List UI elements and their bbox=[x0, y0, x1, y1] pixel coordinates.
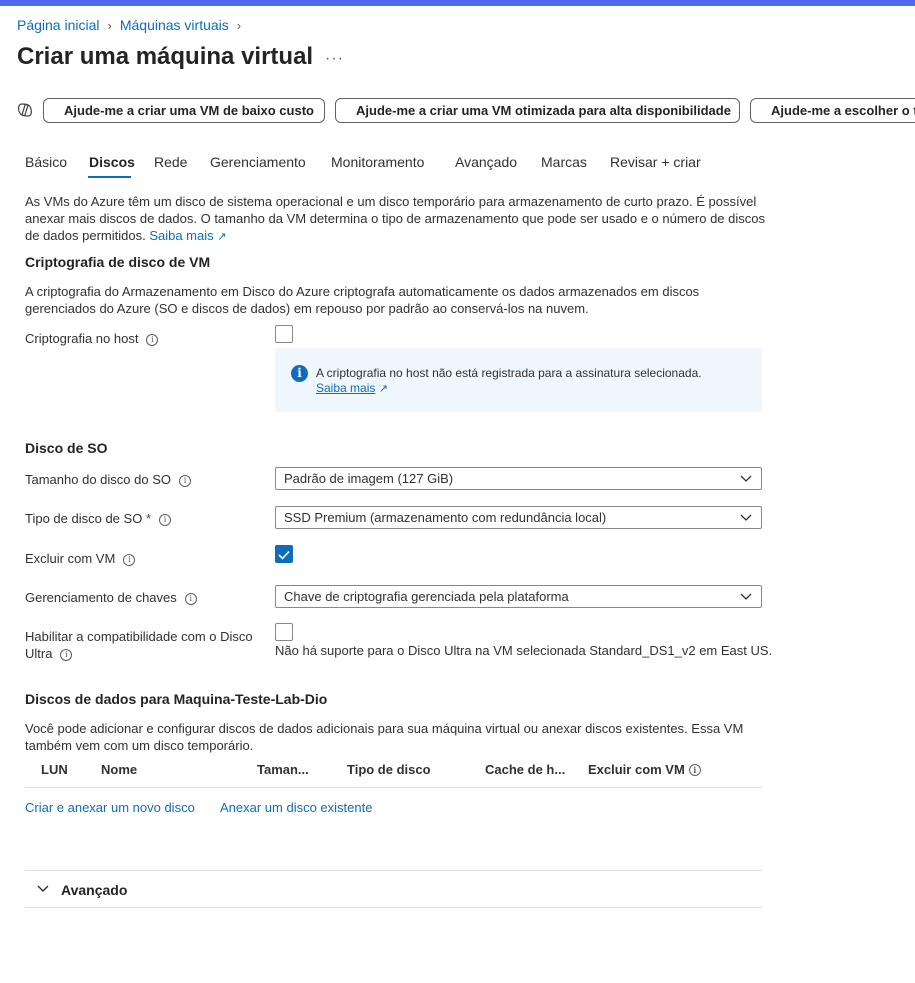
tab-discos[interactable]: Discos bbox=[89, 154, 135, 170]
os-disk-type-value: SSD Premium (armazenamento com redundânc… bbox=[284, 510, 607, 525]
chevron-down-icon bbox=[740, 593, 752, 600]
delete-with-vm-checkbox[interactable] bbox=[275, 545, 293, 563]
os-disk-heading: Disco de SO bbox=[25, 440, 108, 456]
info-icon[interactable]: i bbox=[60, 649, 73, 661]
os-disk-size-dropdown[interactable]: Padrão de imagem (127 GiB) bbox=[275, 467, 762, 490]
table-divider bbox=[25, 787, 762, 788]
info-banner-learn-more-link[interactable]: Saiba mais bbox=[316, 381, 375, 395]
host-encryption-checkbox[interactable] bbox=[275, 325, 293, 343]
advanced-bottom-divider bbox=[25, 907, 762, 908]
breadcrumb-vms-link[interactable]: Máquinas virtuais bbox=[120, 17, 229, 33]
data-disks-heading: Discos de dados para Maquina-Teste-Lab-D… bbox=[25, 691, 328, 707]
prompt-low-cost-vm-button[interactable]: Ajude-me a criar uma VM de baixo custo bbox=[43, 98, 325, 123]
info-banner-text: A criptografia no host não está registra… bbox=[316, 366, 702, 380]
key-management-dropdown[interactable]: Chave de criptografia gerenciada pela pl… bbox=[275, 585, 762, 608]
column-lun: LUN bbox=[41, 762, 68, 777]
prompt-high-availability-vm-button[interactable]: Ajude-me a criar uma VM otimizada para a… bbox=[335, 98, 740, 123]
tab-gerenciamento[interactable]: Gerenciamento bbox=[210, 154, 306, 170]
intro-learn-more-link[interactable]: Saiba mais bbox=[149, 228, 213, 243]
os-disk-type-label-text: Tipo de disco de SO bbox=[25, 511, 143, 526]
chevron-right-icon: › bbox=[107, 17, 112, 33]
info-filled-icon: i bbox=[291, 365, 308, 382]
column-nome: Nome bbox=[101, 762, 138, 777]
info-icon[interactable]: i bbox=[159, 514, 171, 526]
prompt-choose-size-button[interactable]: Ajude-me a escolher o tamanho bbox=[750, 98, 915, 123]
external-link-icon: ↗ bbox=[378, 383, 388, 395]
info-icon[interactable]: i bbox=[178, 475, 191, 487]
page-title: Criar uma máquina virtual bbox=[17, 43, 314, 70]
advanced-section-label: Avançado bbox=[61, 882, 128, 898]
checkmark-icon bbox=[278, 550, 290, 560]
os-disk-size-label-text: Tamanho do disco do SO bbox=[25, 472, 171, 487]
host-encryption-label: Criptografia no host i bbox=[25, 330, 159, 347]
column-tipo-de-disco: Tipo de disco bbox=[347, 762, 431, 777]
os-disk-size-label: Tamanho do disco do SO i bbox=[25, 471, 191, 488]
tab-basico[interactable]: Básico bbox=[25, 154, 67, 170]
copilot-icon bbox=[18, 103, 32, 117]
info-icon[interactable]: i bbox=[123, 554, 136, 566]
chevron-right-icon: › bbox=[236, 17, 242, 33]
key-management-label: Gerenciamento de chaves i bbox=[25, 589, 197, 606]
delete-with-vm-label-text: Excluir com VM bbox=[25, 551, 116, 566]
attach-existing-disk-link[interactable]: Anexar um disco existente bbox=[220, 800, 372, 815]
ultra-disk-label-line1: Habilitar a compatibilidade com o Disco bbox=[25, 629, 253, 644]
advanced-section-toggle[interactable]: Avançado bbox=[37, 882, 127, 898]
top-accent-bar bbox=[0, 0, 915, 6]
tab-rede[interactable]: Rede bbox=[154, 154, 187, 170]
os-disk-type-label: Tipo de disco de SO * i bbox=[25, 510, 171, 527]
tab-revisar-criar[interactable]: Revisar + criar bbox=[610, 154, 701, 170]
intro-text: As VMs do Azure têm um disco de sistema … bbox=[25, 194, 765, 243]
key-management-value: Chave de criptografia gerenciada pela pl… bbox=[284, 589, 569, 604]
encryption-heading: Criptografia de disco de VM bbox=[25, 254, 211, 270]
host-encryption-label-text: Criptografia no host bbox=[25, 331, 139, 346]
column-excluir-com-vm: Excluir com VM i bbox=[588, 762, 701, 777]
chevron-down-icon bbox=[37, 885, 49, 892]
os-disk-size-value: Padrão de imagem (127 GiB) bbox=[284, 471, 454, 486]
info-icon[interactable]: i bbox=[688, 764, 701, 776]
data-disks-description: Você pode adicionar e configurar discos … bbox=[25, 721, 744, 753]
intro-paragraph: As VMs do Azure têm um disco de sistema … bbox=[25, 193, 765, 246]
info-banner-message: A criptografia no host não está registra… bbox=[316, 366, 702, 397]
ultra-disk-checkbox bbox=[275, 623, 293, 641]
chevron-down-icon bbox=[740, 475, 752, 482]
chevron-down-icon bbox=[740, 514, 752, 521]
column-tamanho: Taman... bbox=[257, 762, 309, 777]
breadcrumb: Página inicial › Máquinas virtuais › bbox=[17, 17, 249, 33]
tab-marcas[interactable]: Marcas bbox=[541, 154, 587, 170]
info-icon[interactable]: i bbox=[146, 334, 159, 346]
external-link-icon: ↗ bbox=[217, 231, 227, 243]
delete-with-vm-label: Excluir com VM i bbox=[25, 550, 136, 567]
more-options-button[interactable]: ··· bbox=[325, 50, 344, 68]
key-management-label-text: Gerenciamento de chaves bbox=[25, 590, 177, 605]
info-icon[interactable]: i bbox=[184, 593, 197, 605]
ultra-disk-note: Não há suporte para o Disco Ultra na VM … bbox=[275, 643, 773, 658]
os-disk-type-dropdown[interactable]: SSD Premium (armazenamento com redundânc… bbox=[275, 506, 762, 529]
ultra-disk-label: Habilitar a compatibilidade com o Disco … bbox=[25, 628, 253, 662]
create-attach-disk-link[interactable]: Criar e anexar um novo disco bbox=[25, 800, 195, 815]
ultra-disk-label-line2: Ultra bbox=[25, 646, 53, 661]
active-tab-indicator bbox=[88, 176, 131, 178]
host-encryption-info-banner: i A criptografia no host não está regist… bbox=[275, 348, 762, 412]
column-excluir-com-vm-text: Excluir com VM bbox=[588, 762, 685, 777]
encryption-description: A criptografia do Armazenamento em Disco… bbox=[25, 284, 700, 316]
column-cache: Cache de h... bbox=[485, 762, 566, 777]
tab-monitoramento[interactable]: Monitoramento bbox=[331, 154, 424, 170]
advanced-top-divider bbox=[25, 870, 762, 871]
breadcrumb-home-link[interactable]: Página inicial bbox=[17, 17, 100, 33]
required-marker: * bbox=[145, 511, 151, 526]
tab-avancado[interactable]: Avançado bbox=[455, 154, 517, 170]
